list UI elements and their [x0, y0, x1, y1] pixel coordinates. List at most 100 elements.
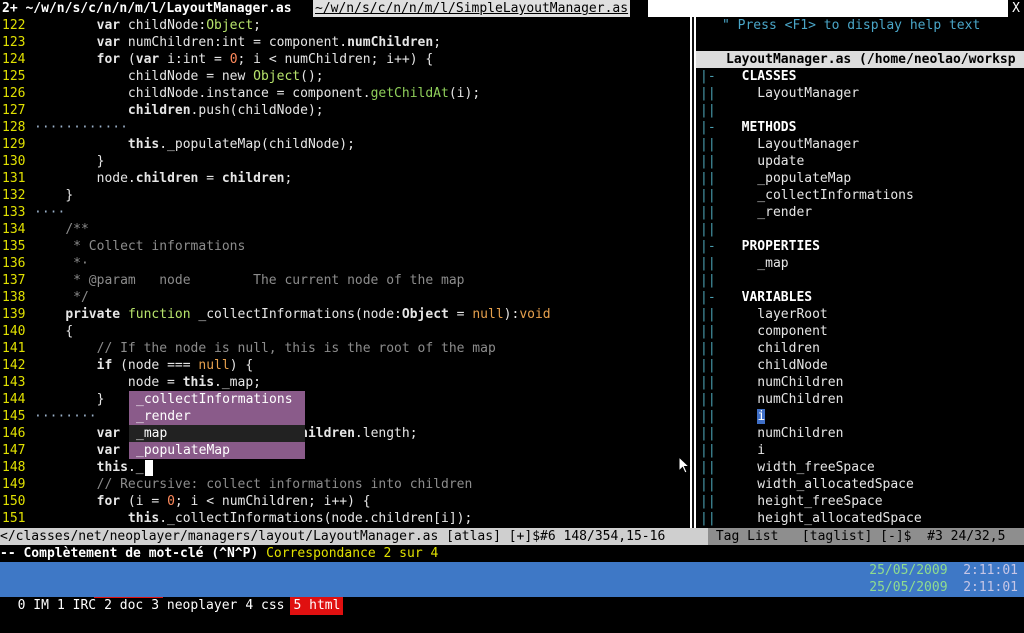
completion-item[interactable]: _collectInformations: [129, 391, 305, 408]
code-line[interactable]: 143 node = this._map;: [0, 374, 690, 391]
taglist-item[interactable]: height_freeSpace: [726, 494, 882, 509]
taglist-section-header[interactable]: PROPERTIES: [726, 239, 820, 254]
taglist-item[interactable]: i: [726, 443, 765, 458]
code-line[interactable]: 151 this._collectInformations(node.child…: [0, 510, 690, 527]
code-line[interactable]: 122 var childNode:Object;: [0, 17, 690, 34]
code-line[interactable]: 136 *·: [0, 255, 690, 272]
taglist-row[interactable]: || i: [696, 408, 1024, 425]
taglist-row[interactable]: || childNode: [696, 357, 1024, 374]
taglist-row[interactable]: || LayoutManager: [696, 136, 1024, 153]
code-line[interactable]: 148 this._: [0, 459, 690, 476]
taglist-row[interactable]: |- VARIABLES: [696, 289, 1024, 306]
taglist-item[interactable]: numChildren: [726, 392, 843, 407]
taglist-row[interactable]: || _map: [696, 255, 1024, 272]
taglist-row[interactable]: || _collectInformations: [696, 187, 1024, 204]
taglist-row[interactable]: || i: [696, 442, 1024, 459]
taglist-item[interactable]: _render: [726, 205, 812, 220]
code-line[interactable]: 123 var numChildren:int = component.numC…: [0, 34, 690, 51]
code-line[interactable]: 124 for (var i:int = 0; i < numChildren;…: [0, 51, 690, 68]
code-line[interactable]: 139 private function _collectInformation…: [0, 306, 690, 323]
taglist-row[interactable]: || layerRoot: [696, 306, 1024, 323]
taglist-section-header[interactable]: METHODS: [726, 120, 797, 135]
taglist-section-header[interactable]: VARIABLES: [726, 290, 812, 305]
taglist-row[interactable]: || LayoutManager: [696, 85, 1024, 102]
taglist-item[interactable]: _populateMap: [726, 171, 851, 186]
taglist-file-header[interactable]: LayoutManager.as (/home/neolao/worksp: [726, 52, 1016, 67]
taglist-item[interactable]: children: [726, 341, 820, 356]
taglist-row[interactable]: || height_allocatedSpace: [696, 510, 1024, 527]
code-line[interactable]: 146 var .children.length;: [0, 425, 690, 442]
taglist-row[interactable]: || height_freeSpace: [696, 493, 1024, 510]
taglist-row[interactable]: |- PROPERTIES: [696, 238, 1024, 255]
code-token: ._populateMap(childNode);: [159, 137, 355, 152]
taglist-item[interactable]: numChildren: [726, 375, 843, 390]
code-token: 0: [167, 494, 175, 509]
taglist-row[interactable]: || numChildren: [696, 391, 1024, 408]
code-line[interactable]: 131 node.children = children;: [0, 170, 690, 187]
taglist-item[interactable]: _collectInformations: [726, 188, 914, 203]
taglist-item[interactable]: childNode: [726, 358, 827, 373]
code-line[interactable]: 138 */: [0, 289, 690, 306]
code-line[interactable]: 150 for (i = 0; i < numChildren; i++) {: [0, 493, 690, 510]
taglist-item[interactable]: width_allocatedSpace: [726, 477, 914, 492]
taglist-item[interactable]: component: [726, 324, 827, 339]
tab-simplelayoutmanager[interactable]: ~/w/n/s/c/n/n/m/l/SimpleLayoutManager.as: [313, 0, 631, 17]
taglist-item[interactable]: layerRoot: [726, 307, 827, 322]
code-line[interactable]: 141 // If the node is null, this is the …: [0, 340, 690, 357]
taglist-item[interactable]: LayoutManager: [726, 86, 859, 101]
taglist-item[interactable]: height_allocatedSpace: [726, 511, 921, 526]
taglist-row[interactable]: |- METHODS: [696, 119, 1024, 136]
code-line[interactable]: 137 * @param node The current node of th…: [0, 272, 690, 289]
code-token: * Collect informations: [73, 239, 246, 254]
code-line[interactable]: 140 {: [0, 323, 690, 340]
code-line[interactable]: 133 ····: [0, 204, 690, 221]
completion-item[interactable]: _populateMap: [129, 442, 305, 459]
taglist-indent: [726, 409, 757, 424]
taglist-item[interactable]: LayoutManager: [726, 137, 859, 152]
code-line[interactable]: 127 children.push(childNode);: [0, 102, 690, 119]
taglist-section-header[interactable]: CLASSES: [726, 69, 797, 84]
code-line[interactable]: 145 ········: [0, 408, 690, 425]
code-line[interactable]: 144 }: [0, 391, 690, 408]
taglist-row[interactable]: || numChildren: [696, 425, 1024, 442]
taglist-row[interactable]: || width_allocatedSpace: [696, 476, 1024, 493]
taglist-row[interactable]: || numChildren: [696, 374, 1024, 391]
taglist-item[interactable]: numChildren: [726, 426, 843, 441]
completion-item[interactable]: _map: [129, 425, 305, 442]
code-line[interactable]: 130 }: [0, 153, 690, 170]
taglist-row[interactable]: || update: [696, 153, 1024, 170]
taglist-pane[interactable]: " Press <F1> to display help text LayoutM…: [696, 17, 1024, 528]
taglist-item[interactable]: _map: [726, 256, 788, 271]
code-token: ) {: [229, 358, 254, 373]
code-line[interactable]: 125 childNode = new Object();: [0, 68, 690, 85]
code-line[interactable]: 149 // Recursive: collect informations i…: [0, 476, 690, 493]
taglist-row[interactable]: || component: [696, 323, 1024, 340]
taglist-row[interactable]: || width_freeSpace: [696, 459, 1024, 476]
taglist-row[interactable]: || children: [696, 340, 1024, 357]
code-line[interactable]: 134 /**: [0, 221, 690, 238]
close-tab-button[interactable]: X: [1008, 0, 1024, 17]
code-line[interactable]: 135 * Collect informations: [0, 238, 690, 255]
taglist-row[interactable]: || _populateMap: [696, 170, 1024, 187]
code-line[interactable]: 128 ············: [0, 119, 690, 136]
taglist-item[interactable]: update: [726, 154, 804, 169]
taglist-row[interactable]: |- CLASSES: [696, 68, 1024, 85]
completion-item[interactable]: _render: [129, 408, 305, 425]
code-line[interactable]: 132 }: [0, 187, 690, 204]
code-line[interactable]: 129 this._populateMap(childNode);: [0, 136, 690, 153]
line-number: 135: [2, 239, 26, 254]
taglist-item[interactable]: width_freeSpace: [726, 460, 874, 475]
code-line[interactable]: 142 if (node === null) {: [0, 357, 690, 374]
code-token: ;: [253, 18, 261, 33]
code-line[interactable]: 147 var: [0, 442, 690, 459]
taglist-selected-item[interactable]: i: [757, 409, 766, 424]
code-line[interactable]: 126 childNode.instance = component.getCh…: [0, 85, 690, 102]
fold-gutter: |-: [700, 239, 716, 254]
taglist-row[interactable]: || _render: [696, 204, 1024, 221]
code-editor[interactable]: 122 var childNode:Object; 123 var numChil…: [0, 17, 690, 528]
taglist-row[interactable]: LayoutManager.as (/home/neolao/worksp: [696, 51, 1024, 68]
code-token: this: [182, 375, 215, 390]
tab-layoutmanager[interactable]: 2+ ~/w/n/s/c/n/n/m/l/LayoutManager.as: [0, 0, 292, 17]
line-number: 146: [2, 426, 26, 441]
